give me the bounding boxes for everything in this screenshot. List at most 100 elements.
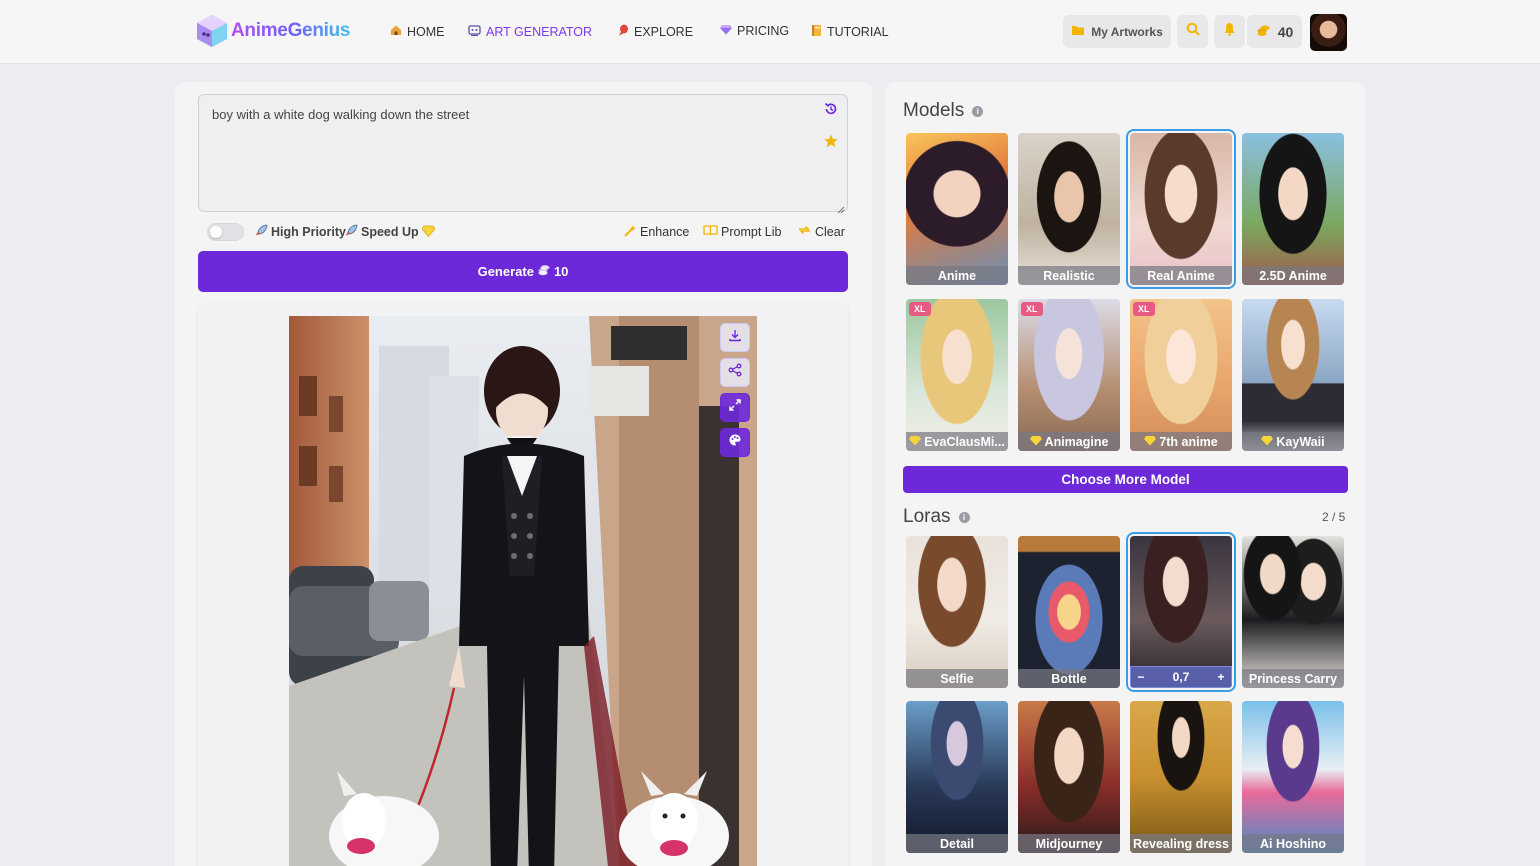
- info-icon[interactable]: i: [958, 511, 970, 523]
- generate-label: Generate: [477, 264, 534, 279]
- model-label: Animagine: [1018, 432, 1120, 451]
- model-card-animagine[interactable]: XL Animagine: [1018, 299, 1120, 451]
- model-card-realistic[interactable]: Realistic: [1018, 133, 1120, 285]
- lora-card-ai-hoshino[interactable]: Ai Hoshino: [1242, 701, 1344, 853]
- model-card-7th-anime[interactable]: XL 7th anime: [1130, 299, 1232, 451]
- diamond-icon: [1029, 435, 1042, 449]
- nav-home-label: HOME: [407, 24, 445, 39]
- fullscreen-button[interactable]: [720, 393, 750, 422]
- search-button[interactable]: [1177, 15, 1208, 48]
- model-card-evaclausmix[interactable]: XL EvaClausMi...: [906, 299, 1008, 451]
- lora-label: Midjourney: [1018, 834, 1120, 853]
- resize-handle-icon[interactable]: [837, 201, 845, 214]
- notifications-button[interactable]: [1214, 15, 1245, 48]
- model-thumbnail: [906, 133, 1008, 285]
- lora-card-princess-carry[interactable]: Princess Carry: [1242, 536, 1344, 688]
- clear-text: Clear: [815, 224, 845, 239]
- model-thumbnail: [906, 299, 1008, 451]
- logo-cube-icon: [196, 14, 228, 48]
- top-bar: AnimeGenius HOME ART GENERATOR EXPLORE P…: [0, 0, 1540, 64]
- lora-card-selfie[interactable]: Selfie: [906, 536, 1008, 688]
- prompt-input[interactable]: boy with a white dog walking down the st…: [198, 94, 848, 214]
- info-icon[interactable]: i: [972, 105, 984, 117]
- star-icon[interactable]: [823, 133, 839, 149]
- lora-label: Detail: [906, 834, 1008, 853]
- model-label: Anime: [906, 266, 1008, 285]
- lora-card-selected[interactable]: − 0,7 +: [1126, 532, 1236, 692]
- nav-art-generator[interactable]: ART GENERATOR: [468, 24, 592, 39]
- lora-card-revealing-dress[interactable]: Revealing dress: [1130, 701, 1232, 853]
- model-label: 7th anime: [1130, 432, 1232, 451]
- clear-icon: [797, 224, 812, 239]
- enhance-button[interactable]: Enhance: [623, 224, 689, 240]
- high-priority-toggle[interactable]: [207, 223, 244, 241]
- model-card-2-5d-anime[interactable]: 2.5D Anime: [1242, 133, 1344, 285]
- lora-card-detail[interactable]: Detail: [906, 701, 1008, 853]
- my-artworks-label: My Artworks: [1091, 24, 1163, 39]
- explore-icon: [618, 24, 629, 39]
- art-icon: [468, 24, 481, 39]
- loras-section-title: Loras i: [903, 506, 970, 528]
- nav-explore[interactable]: EXPLORE: [618, 24, 693, 39]
- avatar[interactable]: [1310, 14, 1347, 51]
- lora-card-bottle[interactable]: Bottle: [1018, 536, 1120, 688]
- coin-balance[interactable]: 40: [1247, 15, 1302, 48]
- diamond-icon: [720, 24, 732, 38]
- logo[interactable]: AnimeGenius: [196, 14, 350, 48]
- xl-badge: XL: [909, 302, 931, 316]
- model-card-anime[interactable]: Anime: [906, 133, 1008, 285]
- nav-home[interactable]: HOME: [390, 24, 445, 39]
- model-label-text: 7th anime: [1159, 434, 1218, 449]
- palette-button[interactable]: [720, 428, 750, 457]
- my-artworks-button[interactable]: My Artworks: [1063, 15, 1171, 48]
- rocket-icon: [344, 224, 358, 240]
- coin-count: 40: [1277, 23, 1294, 40]
- decrease-button[interactable]: −: [1131, 667, 1151, 687]
- lora-thumbnail: [1242, 536, 1344, 688]
- bell-icon: [1223, 22, 1236, 41]
- lora-label: Princess Carry: [1242, 669, 1344, 688]
- prompt-text: boy with a white dog walking down the st…: [212, 107, 470, 122]
- rocket-icon: [254, 224, 268, 240]
- model-thumbnail: [1130, 133, 1232, 285]
- nav-art-generator-label: ART GENERATOR: [486, 24, 593, 39]
- enhance-text: Enhance: [640, 225, 690, 239]
- diamond-icon: [421, 225, 436, 240]
- lora-card-midjourney[interactable]: Midjourney: [1018, 701, 1120, 853]
- model-card-kaywaii[interactable]: KayWaii: [1242, 299, 1344, 451]
- model-label: EvaClausMi...: [906, 432, 1008, 451]
- nav-pricing[interactable]: PRICING: [720, 24, 789, 38]
- lora-weight-value: 0,7: [1172, 670, 1190, 684]
- speed-up-label: Speed Up: [344, 224, 436, 240]
- nav-explore-label: EXPLORE: [634, 24, 694, 39]
- model-thumbnail: [1018, 133, 1120, 285]
- lora-thumbnail: [1018, 536, 1120, 688]
- generated-image[interactable]: [289, 316, 757, 866]
- increase-button[interactable]: +: [1211, 667, 1231, 687]
- speed-up-text: Speed Up: [361, 225, 419, 239]
- model-thumbnail: [1018, 299, 1120, 451]
- lora-label: Selfie: [906, 669, 1008, 688]
- share-button[interactable]: [720, 358, 750, 387]
- clear-button[interactable]: Clear: [797, 224, 845, 239]
- book-icon: [811, 24, 822, 40]
- model-label-text: EvaClausMi...: [924, 434, 1005, 449]
- high-priority-text: High Priority: [271, 225, 347, 239]
- download-button[interactable]: [720, 323, 750, 352]
- model-label: Real Anime: [1130, 266, 1232, 285]
- choose-more-model-button[interactable]: Choose More Model: [903, 466, 1348, 493]
- model-thumbnail: [1242, 133, 1344, 285]
- models-title: Models: [903, 100, 965, 121]
- generate-button[interactable]: Generate 10: [198, 251, 848, 292]
- lora-count: 2 / 5: [1322, 510, 1346, 524]
- lora-thumbnail: [1130, 701, 1232, 853]
- nav-tutorial[interactable]: TUTORIAL: [811, 24, 889, 40]
- prompt-lib-button[interactable]: Prompt Lib: [703, 224, 781, 239]
- models-section-title: Models i: [903, 100, 984, 122]
- xl-badge: XL: [1133, 302, 1155, 316]
- history-icon[interactable]: [823, 101, 839, 117]
- prompt-lib-text: Prompt Lib: [721, 224, 782, 239]
- lora-weight-stepper[interactable]: − 0,7 +: [1130, 666, 1232, 688]
- model-card-real-anime[interactable]: Real Anime: [1126, 129, 1236, 289]
- diamond-icon: [1144, 435, 1157, 449]
